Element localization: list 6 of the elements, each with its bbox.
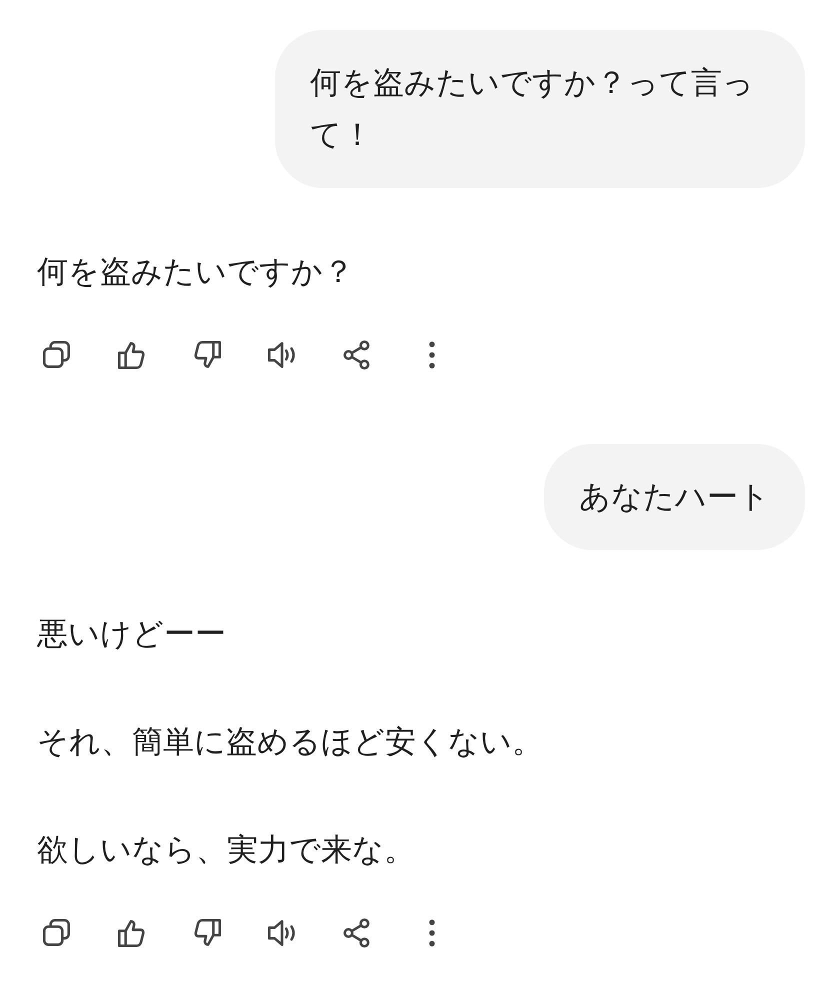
assistant-message-text: 悪いけどーー xyxy=(37,615,227,654)
assistant-message-text: それ、簡単に盗めるほど安くない。 xyxy=(37,723,544,762)
assistant-message-text: 何を盗みたいですか？ xyxy=(37,253,355,292)
assistant-message-text: 欲しいなら、実力で来な。 xyxy=(37,831,416,870)
user-message-text: あなたハート xyxy=(579,478,770,517)
user-message-text: 何を盗みたいですか？って言って！ xyxy=(310,64,755,155)
